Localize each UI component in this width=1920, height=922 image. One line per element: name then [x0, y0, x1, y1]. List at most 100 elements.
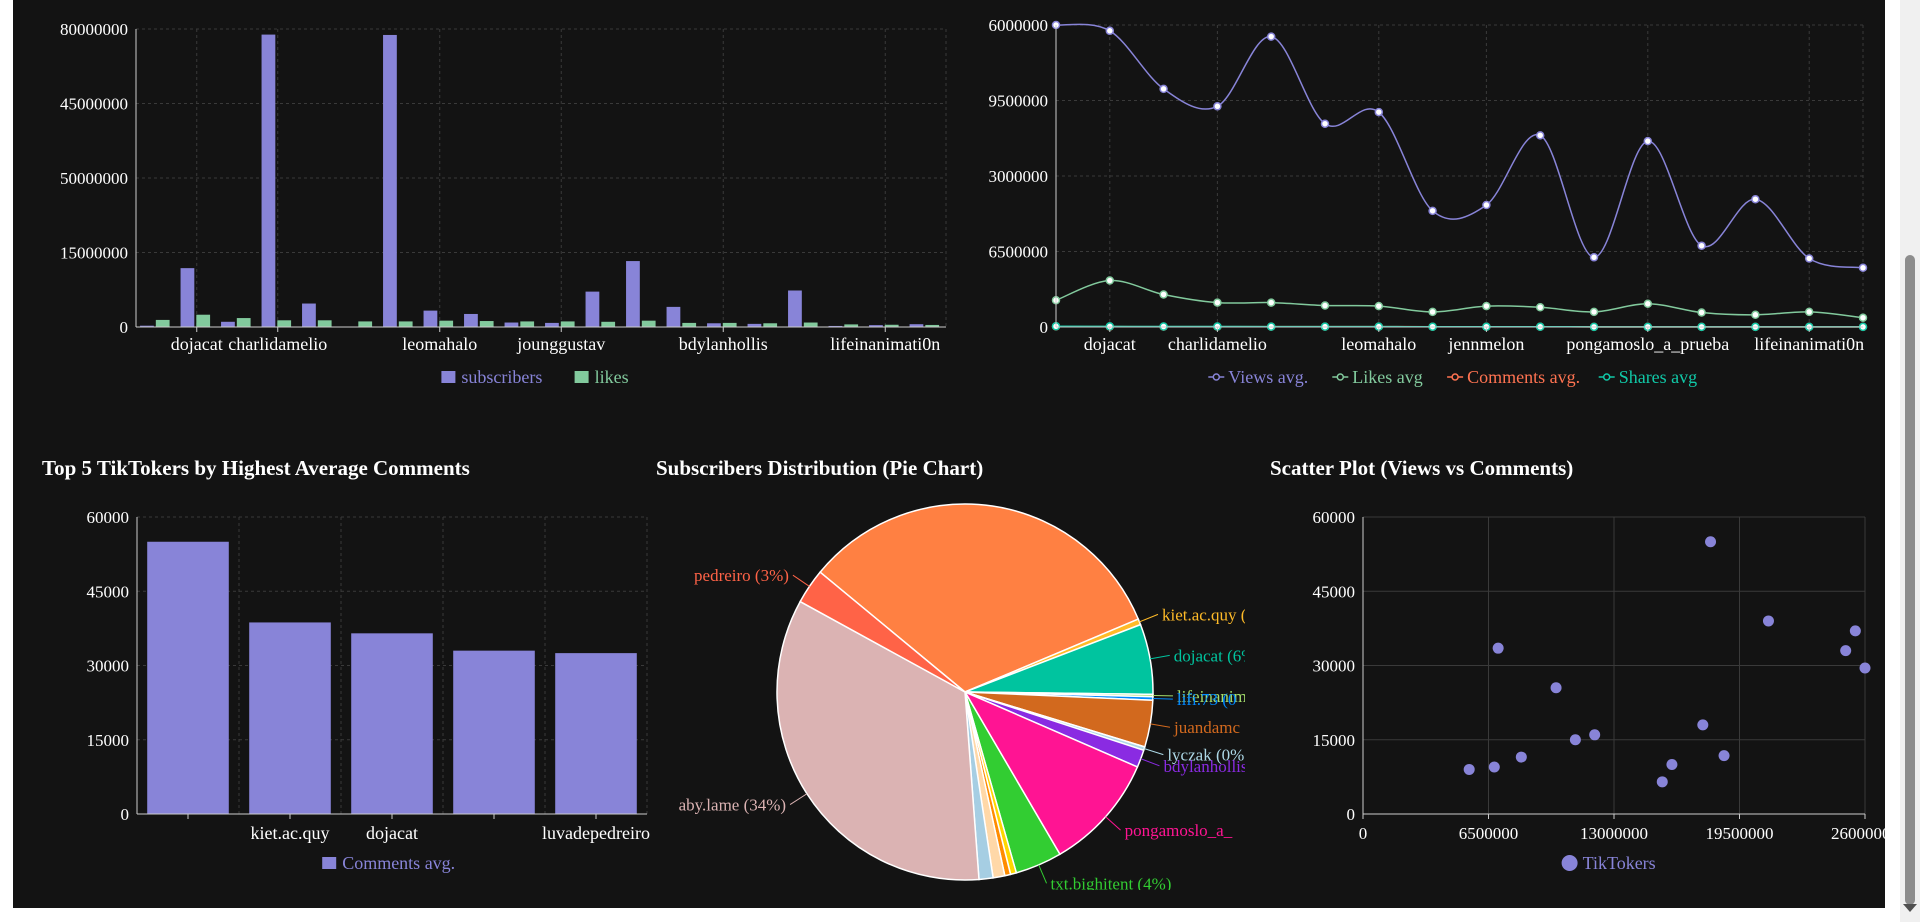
legend-swatch — [322, 857, 337, 869]
bar-comments-avg — [351, 633, 433, 814]
bar-subscribers — [302, 303, 316, 327]
legend-dot-marker — [1451, 373, 1459, 381]
x-tick-label: 6500000 — [1459, 824, 1519, 843]
pie-label-leader — [1105, 816, 1121, 831]
scatter-point — [1589, 729, 1601, 741]
bar-likes — [277, 320, 292, 327]
data-point — [1858, 313, 1868, 322]
x-tick-label: 19500000 — [1706, 824, 1774, 843]
data-point — [1482, 200, 1491, 210]
y-tick-label: 6000000 — [989, 16, 1049, 35]
x-tick-label: 0 — [1359, 824, 1368, 843]
legend-dot-marker — [1336, 373, 1345, 381]
pie-slice-label: pedreiro (3%) — [694, 566, 789, 585]
data-point — [1213, 298, 1222, 307]
pie-slice-label: txt.bighitent (4%) — [1051, 874, 1172, 890]
bar-subscribers — [221, 321, 235, 327]
scatter-point — [1656, 776, 1668, 788]
bar-subscribers — [504, 322, 519, 327]
pie-slice-label: juandamc ( — [1173, 718, 1245, 737]
bar-subscribers — [788, 290, 802, 327]
pie-slice-label: dojacat (6% — [1174, 646, 1245, 665]
legend-dot-marker — [1602, 373, 1611, 381]
data-point — [1428, 206, 1437, 216]
pie-slice-label: aby.lame (34%) — [679, 796, 786, 815]
data-point — [1428, 307, 1437, 317]
y-tick-label: 6500000 — [989, 243, 1049, 262]
data-point — [1858, 263, 1868, 273]
scatter-point — [1463, 763, 1475, 775]
bar-comments-avg — [147, 541, 229, 814]
y-tick-label: 15000 — [1313, 731, 1356, 750]
bar-subscribers — [423, 310, 438, 327]
scatter-point — [1718, 750, 1730, 762]
x-tick-label: dojacat — [1084, 334, 1136, 354]
bar-likes — [196, 314, 211, 327]
scatter-point — [1849, 625, 1861, 637]
data-point — [1697, 241, 1706, 250]
pie-label-leader — [1150, 723, 1171, 728]
legend-label: Views avg. — [1228, 367, 1308, 387]
y-tick-label: 9500000 — [989, 92, 1049, 111]
x-tick-label: leomahalo — [402, 334, 477, 354]
scatter-point — [1697, 719, 1709, 731]
series-line-Likes avg — [1055, 279, 1864, 319]
x-tick-label: charlidamelio — [228, 334, 327, 354]
y-tick-label: 45000000 — [60, 95, 128, 114]
x-tick-label: jennmelon — [1447, 334, 1524, 354]
x-tick-label: dojacat — [366, 823, 418, 843]
data-point — [1804, 254, 1814, 263]
data-point — [1697, 308, 1706, 317]
top5-comments-chart: 015000300004500060000kiet.ac.quy dojacat l… — [87, 508, 650, 873]
data-point — [1643, 299, 1653, 309]
subscribers-likes-chart: 0 15000000 50000000 45000000 80000000 dojacat… — [60, 20, 947, 387]
bar-likes — [155, 319, 170, 327]
bar-subscribers — [707, 323, 721, 327]
y-tick-label: 0 — [1040, 318, 1049, 337]
pie-slice-label: bdylanhollis — [1163, 757, 1245, 776]
scatter-point — [1859, 662, 1871, 674]
y-tick-label: 50000000 — [60, 169, 128, 188]
scatter-point — [1666, 759, 1678, 770]
data-point — [1105, 26, 1115, 36]
pie-slice-label: kiet.ac.quy ( — [1162, 605, 1245, 624]
browser-viewport: 0 15000000 50000000 45000000 80000000 dojacat… — [0, 0, 1900, 922]
bar-subscribers — [261, 34, 276, 328]
x-tick-label: dojacat — [171, 334, 223, 354]
bar-likes — [560, 321, 575, 327]
bar-likes — [479, 321, 494, 327]
bar-subscribers — [383, 34, 397, 328]
x-tick-label: pongamoslo_a_prueba — [1566, 334, 1729, 354]
y-tick-label: 0 — [120, 318, 129, 337]
data-point — [1374, 107, 1384, 117]
bar-likes — [520, 321, 535, 327]
pie-label-leader — [789, 793, 808, 805]
y-tick-label: 60000 — [1313, 508, 1356, 527]
y-tick-label: 0 — [1347, 805, 1356, 824]
legend-label: likes — [595, 367, 629, 387]
x-tick-label: charlidamelio — [1168, 334, 1267, 354]
y-tick-label: 80000000 — [60, 20, 128, 39]
scatter-point — [1515, 751, 1527, 763]
data-point — [1751, 194, 1760, 204]
x-tick-label: leomahalo — [1341, 334, 1416, 354]
data-point — [1266, 298, 1276, 307]
bar-subscribers — [585, 291, 600, 327]
data-point — [1535, 131, 1545, 140]
pie-label-leader — [1149, 654, 1170, 660]
bar-subscribers — [464, 313, 478, 327]
scrollbar-thumb[interactable] — [1905, 255, 1915, 905]
y-tick-label: 3000000 — [989, 167, 1049, 186]
scroll-down-arrow-icon[interactable] — [1903, 904, 1917, 912]
data-point — [1320, 119, 1330, 128]
legend-label: Comments avg. — [342, 853, 455, 873]
data-point — [1589, 253, 1599, 262]
scatter-point — [1705, 536, 1717, 548]
pie-label-leader — [1144, 748, 1164, 756]
dashboard-panel: 0 15000000 50000000 45000000 80000000 dojacat… — [13, 0, 1885, 908]
bar-comments-avg — [249, 622, 331, 814]
bar-subscribers — [545, 322, 559, 327]
bar-likes — [803, 322, 818, 327]
top5-chart-title: Top 5 TikTokers by Highest Average Comme… — [42, 456, 470, 480]
scatter-chart-title: Scatter Plot (Views vs Comments) — [1270, 456, 1574, 480]
